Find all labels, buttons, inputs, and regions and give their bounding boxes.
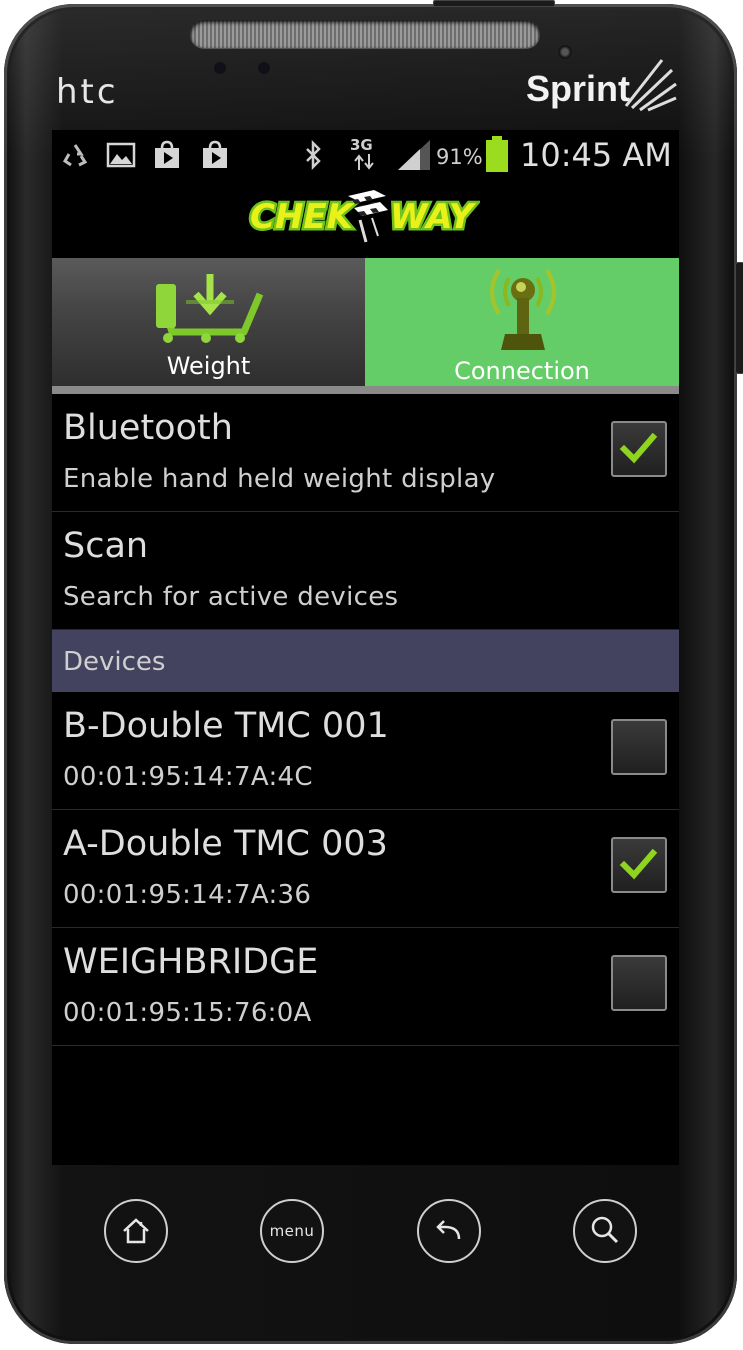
search-button[interactable] [573,1199,637,1263]
network-type: 3G [350,136,373,154]
devices-header-label: Devices [63,647,166,677]
device-checkbox[interactable] [611,955,667,1011]
menu-button[interactable]: menu [260,1199,324,1263]
bluetooth-title: Bluetooth [63,408,233,448]
image-icon [106,142,136,168]
device-address: 00:01:95:15:76:0A [63,998,312,1028]
svg-text:WAY: WAY [390,197,477,237]
svg-text:CHEK: CHEK [250,197,356,237]
side-key[interactable] [735,262,743,374]
home-button[interactable] [104,1199,168,1263]
earpiece-grille [190,20,540,48]
light-sensor [258,62,270,74]
proximity-sensor [214,62,226,74]
check-icon [619,432,658,464]
signal-icon [398,140,430,170]
device-name: WEIGHBRIDGE [63,942,319,982]
antenna-icon [490,268,556,350]
front-camera [558,45,572,59]
device-item[interactable]: WEIGHBRIDGE 00:01:95:15:76:0A [52,928,679,1046]
back-icon [436,1220,461,1240]
device-checkbox[interactable] [611,719,667,775]
battery-percent: 91% [436,145,483,169]
scan-subtitle: Search for active devices [63,582,399,612]
tab-weight-label: Weight [166,352,251,380]
bluetooth-icon [306,140,321,170]
device-item[interactable]: B-Double TMC 001 00:01:95:14:7A:4C [52,692,679,810]
cart-download-icon [156,274,264,343]
data-arrows-icon [354,154,374,170]
bluetooth-setting[interactable]: Bluetooth Enable hand held weight displa… [52,394,679,512]
clock: 10:45 AM [520,136,672,174]
menu-label: menu [269,1222,315,1240]
battery-icon [486,136,508,172]
checkered-flag-icon [348,190,388,243]
tab-connection[interactable]: Connection [365,258,679,386]
device-checkbox[interactable] [611,837,667,893]
tab-indicator [52,386,679,394]
device-name: B-Double TMC 001 [63,706,389,746]
play-store-icon [203,140,227,168]
bluetooth-checkbox[interactable] [611,421,667,477]
search-icon [591,1216,619,1244]
scan-setting[interactable]: Scan Search for active devices [52,512,679,630]
home-icon [123,1218,149,1244]
sprint-logo: Sprint [526,68,630,109]
scan-title: Scan [63,526,149,566]
bluetooth-subtitle: Enable hand held weight display [63,464,496,494]
play-store-icon [155,140,179,168]
recycle-icon [63,144,88,167]
volume-button[interactable] [433,0,555,7]
devices-section-header: Devices [52,630,679,692]
device-item[interactable]: A-Double TMC 003 00:01:95:14:7A:36 [52,810,679,928]
tab-connection-label: Connection [454,357,590,385]
settings-list: Bluetooth Enable hand held weight displa… [52,394,679,1046]
app-logo: CHEK CHEK WAY WAY [248,190,479,243]
check-icon [619,848,658,880]
screen: 3G 91% 10:45 AM CHEK CHEK WAY WAY Weight… [52,130,679,1165]
status-bar: 3G 91% 10:45 AM [52,130,679,182]
tab-bar: Weight Connection [52,258,679,394]
back-button[interactable] [417,1199,481,1263]
device-address: 00:01:95:14:7A:4C [63,762,313,792]
htc-logo: htc [56,72,119,112]
device-name: A-Double TMC 003 [63,824,388,864]
tab-weight[interactable]: Weight [52,258,365,386]
sprint-wing-icon [624,59,677,112]
device-address: 00:01:95:14:7A:36 [63,880,312,910]
